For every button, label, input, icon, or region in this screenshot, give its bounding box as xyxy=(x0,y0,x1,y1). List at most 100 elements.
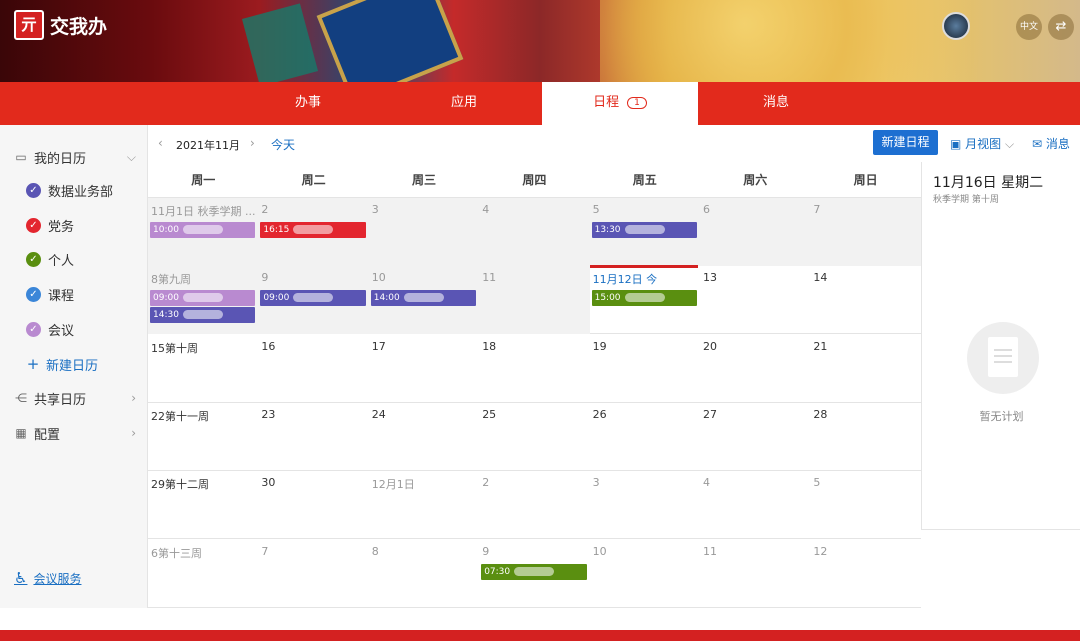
event-time: 09:00 xyxy=(153,293,179,304)
day-cell[interactable]: 4 xyxy=(479,198,590,266)
next-month-icon[interactable]: › xyxy=(250,136,255,150)
shared-calendar-section[interactable]: ⋲ 共享日历 › xyxy=(0,381,148,415)
calendar-item-data-dept[interactable]: ✓ 数据业务部 xyxy=(0,173,148,207)
my-calendar-section[interactable]: ▭ 我的日历 ⌵ xyxy=(0,140,148,174)
day-number: 11 xyxy=(703,544,717,558)
check-icon[interactable]: ✓ xyxy=(26,217,41,233)
tab-services[interactable]: 办事 xyxy=(230,82,386,125)
chevron-down-icon: ⌵ xyxy=(1005,137,1015,151)
day-cell[interactable]: 30 xyxy=(258,471,368,539)
app-logo[interactable]: 亓 交我办 xyxy=(14,10,107,40)
day-cell[interactable]: 3 xyxy=(590,471,700,539)
redacted-title xyxy=(514,566,555,576)
day-cell[interactable]: 29第十二周 xyxy=(148,471,258,539)
weekday-header: 周一 周二 周三 周四 周五 周六 周日 xyxy=(148,162,921,198)
user-avatar[interactable] xyxy=(942,12,970,40)
language-toggle[interactable]: 中文 xyxy=(1016,14,1042,40)
day-cell[interactable]: 25 xyxy=(479,403,589,471)
calendar-item-course[interactable]: ✓ 课程 xyxy=(0,277,148,311)
day-cell[interactable]: 12 xyxy=(810,540,920,608)
calendar-item-meeting[interactable]: ✓ 会议 xyxy=(0,312,148,346)
redacted-title xyxy=(182,225,223,234)
day-cell[interactable]: 22第十一周 xyxy=(148,403,258,471)
day-cell[interactable]: 19 xyxy=(590,335,700,403)
event-time: 15:00 xyxy=(594,293,621,304)
switch-icon[interactable]: ⇄ xyxy=(1048,14,1074,40)
chevron-right-icon[interactable]: › xyxy=(131,391,136,405)
messages-button[interactable]: ✉ 消息 xyxy=(1032,135,1070,152)
prev-month-icon[interactable]: ‹ xyxy=(158,136,163,150)
day-cell[interactable]: 6 xyxy=(700,198,811,266)
day-number: 3 xyxy=(592,476,600,490)
mail-icon: ✉ xyxy=(1032,137,1043,151)
day-number: 17 xyxy=(371,339,386,353)
day-cell[interactable]: 8 xyxy=(369,540,479,608)
tab-messages[interactable]: 消息 xyxy=(698,82,854,125)
event-chip[interactable]: 16:15 xyxy=(260,222,366,238)
check-icon[interactable]: ✓ xyxy=(26,286,41,302)
event-chip[interactable]: 09:00 xyxy=(150,290,256,307)
day-cell[interactable]: 28 xyxy=(810,403,920,471)
event-time: 16:15 xyxy=(263,225,290,235)
day-cell[interactable]: 16 xyxy=(258,335,368,403)
check-icon[interactable]: ✓ xyxy=(26,251,41,267)
event-chip[interactable]: 14:30 xyxy=(150,307,256,324)
main-nav: 办事 应用 日程 1 消息 xyxy=(0,82,1080,125)
config-section[interactable]: ▦ 配置 › xyxy=(0,416,148,450)
week-row: 22第十一周 23 24 25 26 27 28 xyxy=(148,403,921,471)
tab-apps[interactable]: 应用 xyxy=(386,82,542,125)
day-cell[interactable]: 6第十三周 xyxy=(148,540,258,608)
weekday-label: 周四 xyxy=(522,173,547,187)
day-cell[interactable]: 21 xyxy=(810,335,920,403)
day-cell[interactable]: 24 xyxy=(369,403,479,471)
day-cell[interactable]: 11 xyxy=(479,266,590,335)
selected-date: 11月16日 星期二 xyxy=(933,175,1044,191)
day-cell[interactable]: 17 xyxy=(369,335,479,403)
day-cell[interactable]: 14 xyxy=(810,266,920,334)
day-number: 10 xyxy=(592,544,607,558)
calendar-item-party[interactable]: ✓ 党务 xyxy=(0,208,148,242)
day-cell[interactable]: 7 xyxy=(810,198,921,266)
view-select[interactable]: ▣ 月视图 ⌵ xyxy=(950,135,1014,152)
day-cell[interactable]: 12月1日 xyxy=(369,471,479,539)
calendar-toolbar: ‹ 2021年11月 › 今天 新建日程 ▣ 月视图 ⌵ ✉ 消息 xyxy=(148,125,1080,162)
day-cell[interactable]: 20 xyxy=(700,335,810,403)
day-number: 8 xyxy=(371,544,379,558)
new-event-button[interactable]: 新建日程 xyxy=(873,130,938,155)
footer-bar xyxy=(0,630,1080,641)
redacted-title xyxy=(293,225,334,234)
event-chip[interactable]: 07:30 xyxy=(481,563,587,580)
day-number: 11月1日 秋季学期 ... xyxy=(151,205,256,218)
calendar-item-personal[interactable]: ✓ 个人 xyxy=(0,242,148,276)
day-number: 2 xyxy=(482,476,490,490)
day-cell[interactable]: 23 xyxy=(258,403,368,471)
tab-schedule[interactable]: 日程 1 xyxy=(542,82,698,125)
new-calendar-button[interactable]: + 新建日历 xyxy=(0,347,148,381)
day-cell[interactable]: 13 xyxy=(700,266,810,334)
check-icon[interactable]: ✓ xyxy=(26,321,41,337)
day-cell[interactable]: 15第十周 xyxy=(148,335,258,403)
today-button[interactable]: 今天 xyxy=(271,136,295,153)
chevron-down-icon[interactable]: ⌵ xyxy=(127,150,136,165)
chevron-right-icon[interactable]: › xyxy=(131,426,136,440)
day-cell[interactable]: 27 xyxy=(700,403,810,471)
day-cell[interactable]: 2 xyxy=(479,471,589,539)
day-cell[interactable]: 11 xyxy=(700,540,810,608)
day-cell[interactable]: 4 xyxy=(700,471,810,539)
day-cell[interactable]: 10 xyxy=(590,540,700,608)
day-cell[interactable]: 5 xyxy=(810,471,920,539)
meeting-service-link[interactable]: ♿ 会议服务 xyxy=(14,569,81,587)
event-chip[interactable]: 15:00 xyxy=(591,290,697,307)
day-cell[interactable]: 3 xyxy=(368,198,480,266)
day-cell[interactable]: 26 xyxy=(590,403,700,471)
event-chip[interactable]: 10:00 xyxy=(150,222,256,238)
check-icon[interactable]: ✓ xyxy=(26,182,41,198)
calendar-icon: ▣ xyxy=(950,137,962,151)
day-number: 16 xyxy=(261,339,276,353)
day-cell[interactable]: 18 xyxy=(479,335,589,403)
day-cell[interactable]: 7 xyxy=(258,540,368,608)
day-number: 7 xyxy=(261,544,269,558)
event-chip[interactable]: 09:00 xyxy=(260,290,366,307)
event-chip[interactable]: 13:30 xyxy=(591,222,697,238)
event-chip[interactable]: 14:00 xyxy=(370,290,477,307)
